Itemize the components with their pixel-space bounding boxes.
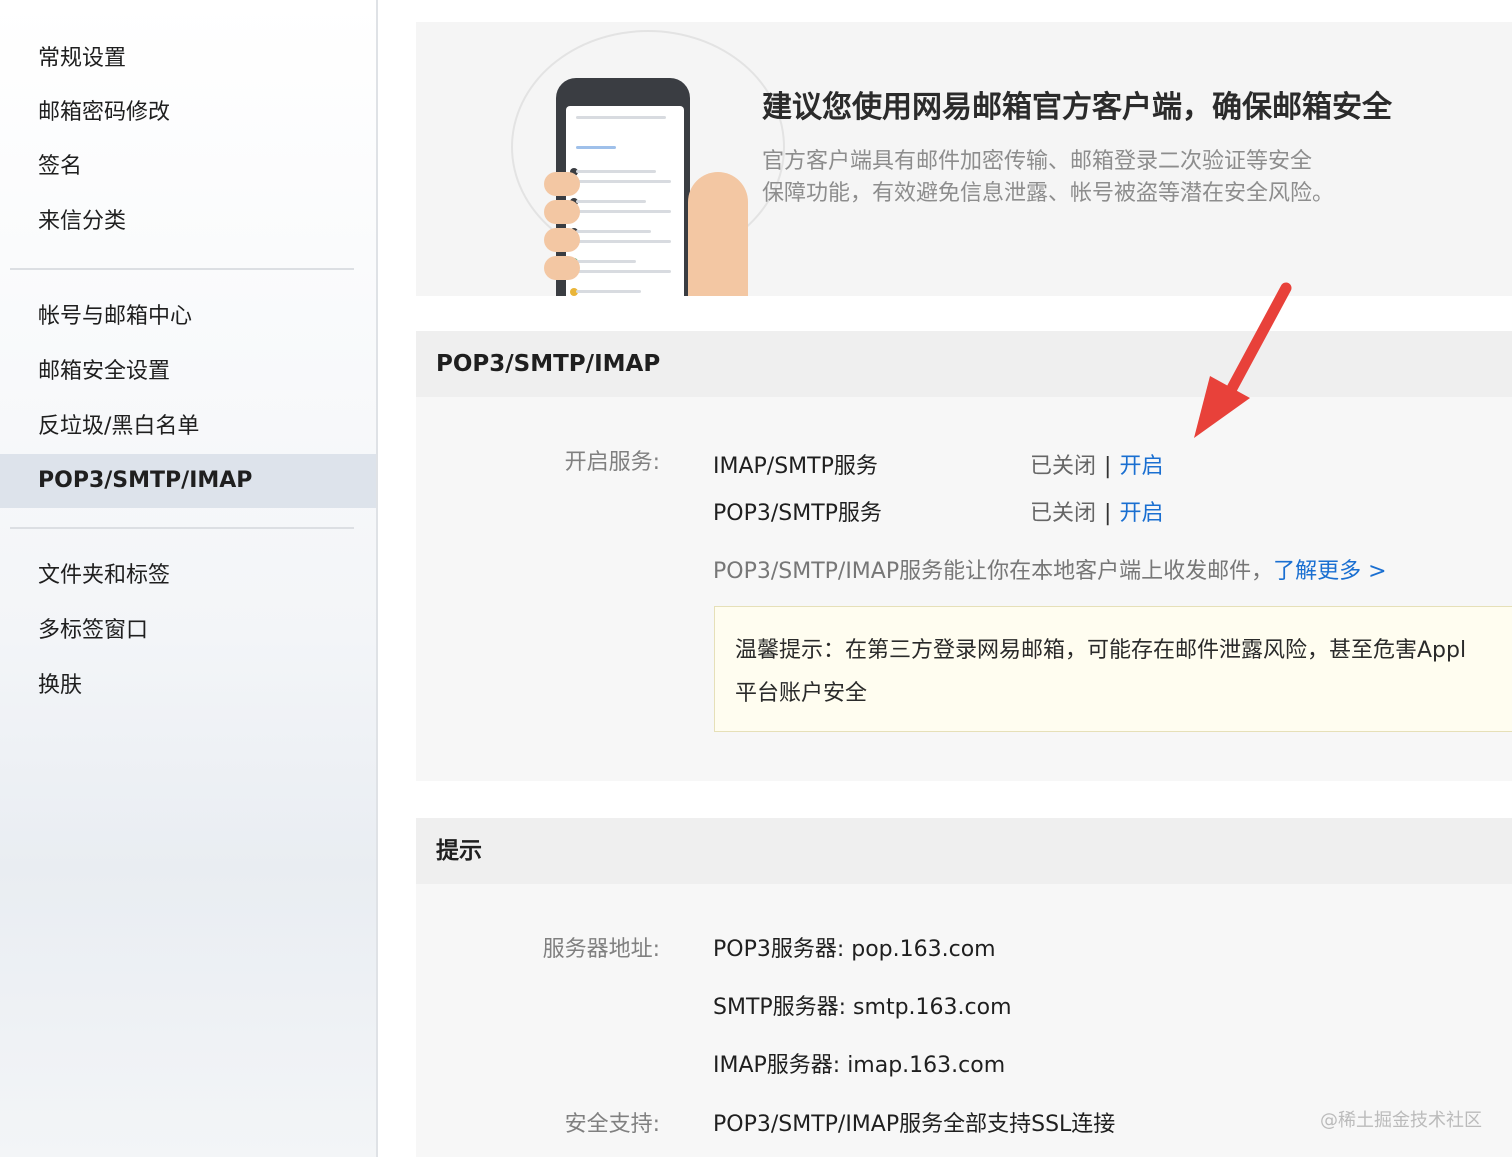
server-address-label: 服务器地址:	[542, 937, 660, 962]
phone-screen	[566, 106, 684, 296]
client-promo-banner[interactable]: 建议您使用网易邮箱官方客户端，确保邮箱安全 官方客户端具有邮件加密传输、邮箱登录…	[416, 22, 1512, 296]
tip-text-line: 平台账户安全	[735, 681, 868, 706]
sidebar-item-signature[interactable]: 签名	[0, 140, 376, 194]
settings-sidebar: 常规设置 邮箱密码修改 签名 来信分类 帐号与邮箱中心 邮箱安全设置 反垃圾/黑…	[0, 0, 378, 1157]
hint-panel-title: 提示	[416, 818, 1512, 884]
finger-shape	[544, 200, 580, 224]
service-intro: POP3/SMTP/IMAP服务能让你在本地客户端上收发邮件，了解更多 >	[713, 553, 1387, 585]
banner-desc-line: 官方客户端具有邮件加密传输、邮箱登录二次验证等安全	[762, 149, 1313, 174]
pop-panel-title: POP3/SMTP/IMAP	[416, 331, 1512, 397]
red-arrow-icon	[1194, 282, 1292, 438]
learn-more-link[interactable]: 了解更多 >	[1273, 559, 1386, 584]
enable-imap-link[interactable]: 开启	[1119, 454, 1163, 479]
sidebar-item-general[interactable]: 常规设置	[0, 32, 376, 86]
banner-desc-line: 保障功能，有效避免信息泄露、帐号被盗等潜在安全风险。	[762, 181, 1335, 206]
sidebar-item-account-center[interactable]: 帐号与邮箱中心	[0, 290, 376, 344]
imap-service-name: IMAP/SMTP服务	[713, 454, 878, 479]
security-support-label: 安全支持:	[564, 1112, 660, 1137]
service-label: 开启服务:	[564, 450, 660, 475]
banner-title: 建议您使用网易邮箱官方客户端，确保邮箱安全	[762, 90, 1392, 125]
sidebar-item-multi-tab[interactable]: 多标签窗口	[0, 604, 376, 658]
security-tip-box: 温馨提示：在第三方登录网易邮箱，可能存在邮件泄露风险，甚至危害Appl 平台账户…	[714, 606, 1512, 732]
hand-illustration	[688, 172, 748, 296]
sidebar-item-pop3-smtp-imap[interactable]: POP3/SMTP/IMAP	[0, 454, 376, 508]
sidebar-item-skin[interactable]: 换肤	[0, 659, 376, 713]
sidebar-item-folders[interactable]: 文件夹和标签	[0, 549, 376, 603]
imap-service-status-row: 已关闭 | 开启	[1030, 448, 1163, 480]
sidebar-item-filters[interactable]: 来信分类	[0, 195, 376, 249]
pop3-server-info: POP3服务器: pop.163.com	[713, 937, 996, 962]
sidebar-divider	[10, 268, 354, 270]
tip-text-line: 温馨提示：在第三方登录网易邮箱，可能存在邮件泄露风险，甚至危害Appl	[735, 638, 1467, 663]
sidebar-divider	[10, 527, 354, 529]
banner-description: 官方客户端具有邮件加密传输、邮箱登录二次验证等安全 保障功能，有效避免信息泄露、…	[762, 146, 1382, 210]
sidebar-item-spam[interactable]: 反垃圾/黑白名单	[0, 400, 376, 454]
watermark: @稀土掘金技术社区	[1320, 1110, 1482, 1131]
finger-shape	[544, 172, 580, 196]
main-content: 建议您使用网易邮箱官方客户端，确保邮箱安全 官方客户端具有邮件加密传输、邮箱登录…	[378, 0, 1512, 1157]
sidebar-item-password[interactable]: 邮箱密码修改	[0, 86, 376, 140]
pop3-status: 已关闭	[1030, 501, 1097, 526]
pop3-service-name: POP3/SMTP服务	[713, 501, 882, 526]
smtp-server-info: SMTP服务器: smtp.163.com	[713, 995, 1012, 1020]
separator: |	[1104, 501, 1112, 526]
imap-server-info: IMAP服务器: imap.163.com	[713, 1053, 1006, 1078]
settings-page: 常规设置 邮箱密码修改 签名 来信分类 帐号与邮箱中心 邮箱安全设置 反垃圾/黑…	[0, 0, 1512, 1157]
imap-status: 已关闭	[1030, 454, 1097, 479]
sidebar-item-security[interactable]: 邮箱安全设置	[0, 345, 376, 399]
enable-pop3-link[interactable]: 开启	[1119, 501, 1163, 526]
finger-shape	[544, 256, 580, 280]
service-intro-text: POP3/SMTP/IMAP服务能让你在本地客户端上收发邮件，	[713, 559, 1274, 584]
finger-shape	[544, 228, 580, 252]
pop3-service-status-row: 已关闭 | 开启	[1030, 495, 1163, 527]
separator: |	[1104, 454, 1112, 479]
security-support-value: POP3/SMTP/IMAP服务全部支持SSL连接	[713, 1112, 1116, 1137]
